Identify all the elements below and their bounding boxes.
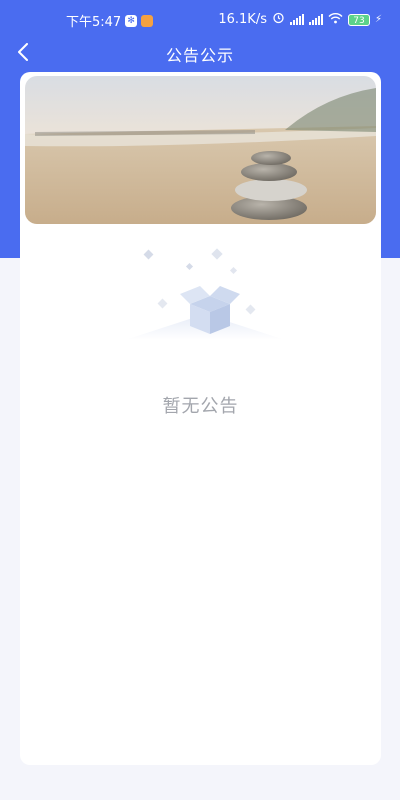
wifi-icon	[328, 12, 343, 28]
content-card: 暂无公告	[20, 72, 381, 765]
empty-box-icon	[115, 244, 295, 354]
gear-notification-icon: ✻	[125, 14, 138, 27]
signal-icon-2	[308, 14, 323, 25]
page-title: 公告公示	[165, 46, 234, 65]
empty-message: 暂无公告	[162, 396, 239, 417]
status-right: 16.1K/s 73 ⚡	[218, 11, 382, 28]
status-bar: 下午5:47 ✻ 16.1K/s 73 ⚡	[0, 0, 400, 38]
alarm-icon	[272, 11, 285, 28]
network-speed: 16.1K/s	[218, 12, 267, 27]
nav-bar: 公告公示	[0, 36, 400, 68]
battery-icon: 73	[347, 13, 370, 26]
charging-icon: ⚡	[374, 14, 382, 25]
banner-image	[25, 76, 376, 224]
status-time: 下午5:47	[66, 15, 122, 30]
app-notification-icon	[141, 14, 154, 27]
status-left: 下午5:47 ✻	[66, 11, 154, 30]
signal-icon-1	[289, 14, 304, 25]
